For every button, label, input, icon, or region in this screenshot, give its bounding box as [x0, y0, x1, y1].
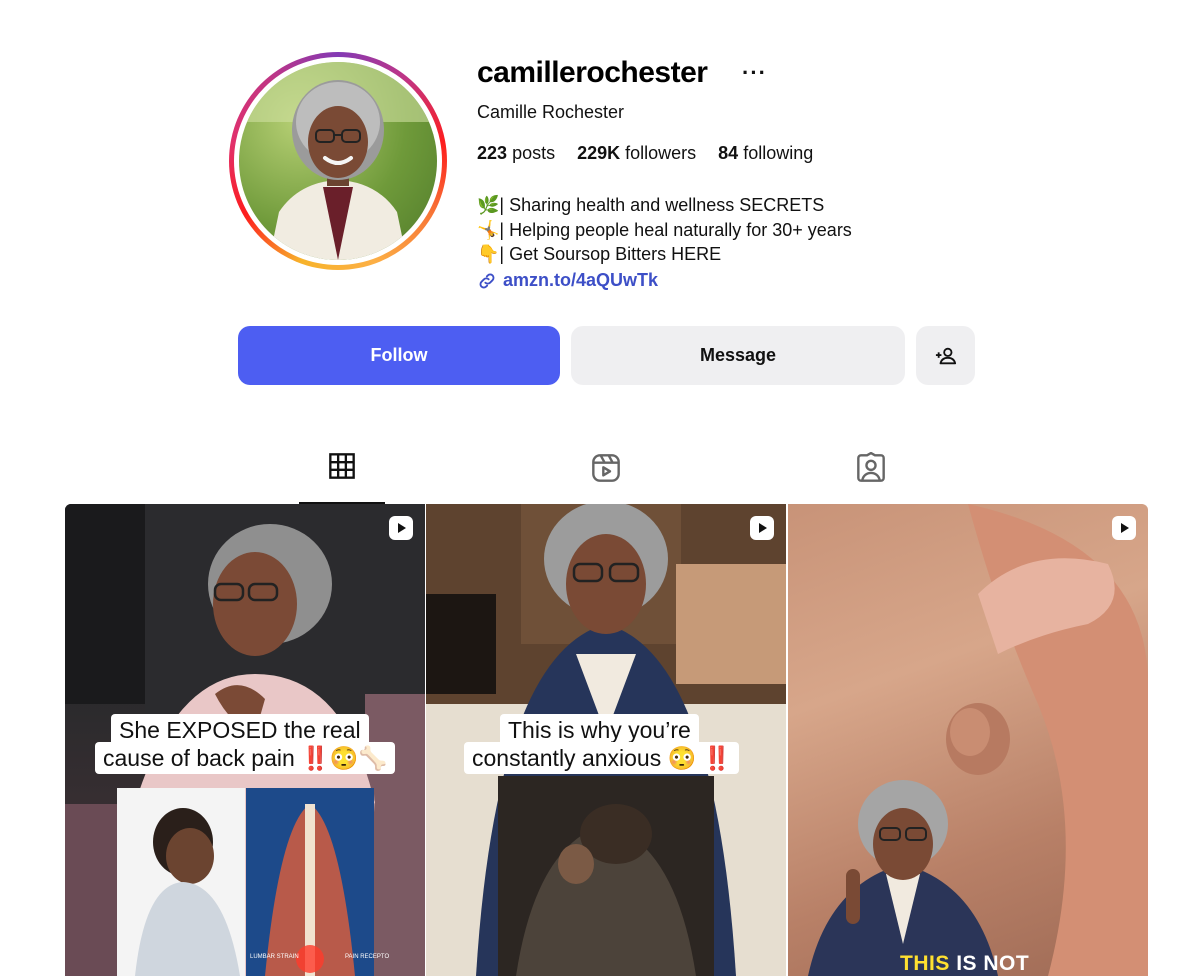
followers-label: followers	[625, 143, 697, 163]
tab-posts[interactable]	[299, 452, 385, 504]
bio-line: 🤸| Helping people heal naturally for 30+…	[477, 219, 852, 240]
caption-line: This is why you’re	[508, 717, 691, 743]
post-tile[interactable]: LUMBAR STRAIN PAIN RECEPTO She EXPOSED t…	[65, 504, 425, 976]
posts-count: 223	[477, 143, 508, 163]
post-caption: cause of back pain ‼️😳🦴	[95, 742, 396, 774]
profile-avatar-ring[interactable]	[229, 52, 447, 270]
caption-highlight: THIS	[900, 952, 950, 975]
profile-full-name: Camille Rochester	[477, 102, 625, 122]
add-person-icon	[935, 347, 956, 364]
profile-bio: 🌿| Sharing health and wellness SECRETS 🤸…	[477, 193, 852, 267]
followers-count: 229K	[577, 143, 621, 163]
follow-button[interactable]: Follow	[238, 326, 560, 385]
reels-icon	[592, 454, 620, 482]
tab-tagged[interactable]	[828, 452, 914, 502]
tagged-person-icon	[857, 452, 885, 482]
post-tile[interactable]: This is why you’re constantly anxious 😳 …	[426, 504, 786, 976]
reel-icon	[750, 516, 774, 540]
caption-line: She EXPOSED the real	[119, 717, 361, 743]
suggested-accounts-button[interactable]	[916, 326, 975, 385]
post-thumbnail	[808, 504, 1148, 976]
more-options-icon[interactable]: ···	[742, 60, 767, 86]
following-stat[interactable]: 84 following	[718, 143, 813, 164]
profile-link-text[interactable]: amzn.to/4aQUwTk	[503, 270, 658, 291]
caption-text: IS NOT	[956, 952, 1030, 975]
caption-line: constantly anxious 😳 ‼️	[472, 745, 732, 771]
message-button[interactable]: Message	[571, 326, 905, 385]
image-label: PAIN RECEPTO	[345, 954, 389, 960]
reel-icon	[389, 516, 413, 540]
link-icon	[479, 273, 495, 288]
tab-reels[interactable]	[563, 452, 649, 502]
profile-username: camillerochester	[477, 56, 708, 89]
grid-icon	[329, 453, 355, 479]
post-caption: constantly anxious 😳 ‼️	[464, 742, 740, 774]
posts-stat: 223 posts	[477, 143, 555, 164]
post-tile[interactable]: THIS IS NOT	[788, 504, 1148, 976]
caption-line: cause of back pain ‼️😳🦴	[103, 745, 388, 771]
followers-stat[interactable]: 229K followers	[577, 143, 696, 164]
image-label: LUMBAR STRAIN	[250, 954, 299, 960]
following-count: 84	[718, 143, 739, 163]
reel-icon	[1112, 516, 1136, 540]
post-bottom-caption: THIS IS NOT	[900, 952, 1029, 976]
bio-line: 👇| Get Soursop Bitters HERE	[477, 244, 722, 264]
bio-line: 🌿| Sharing health and wellness SECRETS	[477, 195, 825, 215]
profile-stats: 223 posts 229K followers 84 following	[477, 143, 813, 164]
posts-label: posts	[512, 143, 556, 163]
avatar[interactable]	[239, 62, 437, 260]
avatar-border	[234, 57, 442, 265]
avatar-portrait	[239, 62, 437, 260]
profile-link[interactable]: amzn.to/4aQUwTk	[477, 270, 658, 291]
following-label: following	[743, 143, 814, 163]
